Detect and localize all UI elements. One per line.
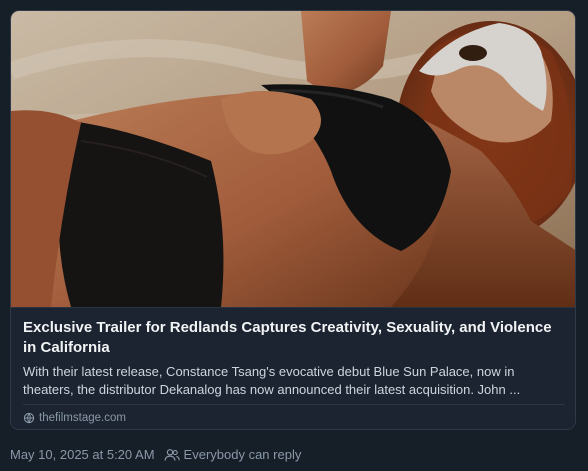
link-preview-title: Exclusive Trailer for Redlands Captures … bbox=[23, 319, 552, 356]
link-preview-source: thefilmstage.com bbox=[23, 410, 126, 426]
globe-icon bbox=[23, 412, 35, 424]
link-preview-card[interactable]: Exclusive Trailer for Redlands Captures … bbox=[10, 10, 576, 430]
link-preview-divider bbox=[23, 404, 565, 405]
link-preview-description: With their latest release, Constance Tsa… bbox=[23, 364, 521, 397]
link-preview-thumbnail[interactable] bbox=[11, 11, 575, 307]
people-icon bbox=[163, 448, 180, 462]
post-timestamp[interactable]: May 10, 2025 at 5:20 AM bbox=[10, 446, 155, 464]
reply-setting[interactable]: Everybody can reply bbox=[163, 446, 302, 464]
link-preview-text[interactable]: Exclusive Trailer for Redlands Captures … bbox=[11, 307, 575, 429]
post-meta: May 10, 2025 at 5:20 AM Everybody can re… bbox=[10, 446, 301, 464]
thumbnail-image bbox=[11, 11, 575, 307]
reply-setting-label: Everybody can reply bbox=[183, 447, 302, 462]
link-preview-domain: thefilmstage.com bbox=[39, 412, 126, 424]
